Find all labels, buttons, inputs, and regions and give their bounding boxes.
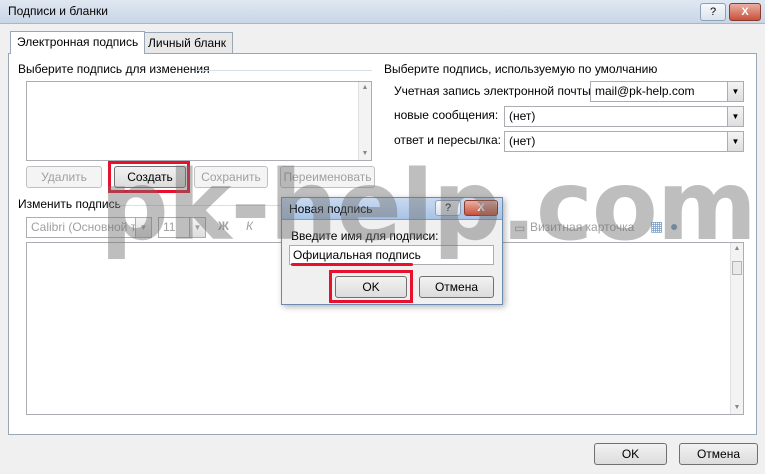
font-size-combo[interactable]: 11 ▼ [158, 217, 206, 238]
account-label: Учетная запись электронной почты: [394, 84, 595, 98]
signature-list[interactable]: ▲ ▼ [26, 81, 372, 161]
window-titlebar: Подписи и бланки ? X [0, 0, 765, 24]
highlight-ok [329, 270, 413, 303]
ok-button[interactable]: OK [594, 443, 667, 465]
dropdown-arrow-icon[interactable]: ▼ [727, 132, 743, 151]
new-messages-combo[interactable]: (нет) ▼ [504, 106, 744, 127]
scroll-thumb[interactable] [732, 261, 742, 275]
business-card-button[interactable]: Визитная карточка [530, 220, 634, 234]
highlight-create [108, 161, 190, 193]
insert-hyperlink-icon[interactable]: ● [670, 218, 678, 234]
scroll-down-icon[interactable]: ▼ [359, 148, 371, 160]
account-combo[interactable]: mail@pk-help.com ▼ [590, 81, 744, 102]
delete-button[interactable]: Удалить [26, 166, 102, 188]
dropdown-arrow-icon[interactable]: ▼ [135, 218, 151, 237]
close-button[interactable]: X [729, 3, 761, 21]
name-underline [291, 263, 413, 266]
dialog-title: Новая подпись [289, 202, 373, 216]
reply-forward-combo[interactable]: (нет) ▼ [504, 131, 744, 152]
reply-forward-label: ответ и пересылка: [394, 133, 501, 147]
scroll-up-icon[interactable]: ▲ [359, 82, 371, 94]
select-signature-label: Выберите подпись для изменения [18, 62, 210, 76]
tab-email-signature[interactable]: Электронная подпись [10, 31, 146, 54]
insert-picture-icon[interactable]: ▦ [650, 218, 663, 235]
dialog-titlebar: Новая подпись ? X [282, 198, 502, 220]
new-messages-label: новые сообщения: [394, 108, 499, 122]
dropdown-arrow-icon[interactable]: ▼ [189, 218, 205, 237]
new-messages-value: (нет) [509, 109, 536, 123]
divider [196, 70, 372, 71]
reply-forward-value: (нет) [509, 134, 536, 148]
dropdown-arrow-icon[interactable]: ▼ [727, 107, 743, 126]
edit-signature-label: Изменить подпись [18, 197, 121, 211]
account-value: mail@pk-help.com [595, 84, 695, 98]
editor-scrollbar[interactable]: ▲ ▼ [730, 243, 743, 414]
dialog-close-button[interactable]: X [464, 200, 498, 216]
list-scrollbar[interactable]: ▲ ▼ [358, 82, 371, 160]
rename-button[interactable]: Переименовать [280, 166, 375, 188]
tab-personal-stationery[interactable]: Личный бланк [141, 32, 234, 54]
italic-button[interactable]: К [246, 219, 253, 233]
default-signature-label: Выберите подпись, используемую по умолча… [384, 62, 658, 76]
dialog-cancel-button[interactable]: Отмена [419, 276, 494, 298]
dialog-prompt-label: Введите имя для подписи: [291, 229, 439, 243]
font-value: Calibri (Основной текст) [31, 220, 152, 234]
bold-button[interactable]: Ж [218, 219, 229, 233]
signature-name-input[interactable]: Официальная подпись [289, 245, 494, 265]
font-combo[interactable]: Calibri (Основной текст) ▼ [26, 217, 152, 238]
dialog-help-button[interactable]: ? [435, 200, 461, 216]
divider [116, 205, 281, 206]
scroll-up-icon[interactable]: ▲ [731, 243, 743, 255]
scroll-down-icon[interactable]: ▼ [731, 402, 743, 414]
window-title: Подписи и бланки [8, 4, 108, 18]
cancel-button[interactable]: Отмена [679, 443, 758, 465]
dropdown-arrow-icon[interactable]: ▼ [727, 82, 743, 101]
save-button[interactable]: Сохранить [194, 166, 268, 188]
help-button[interactable]: ? [700, 3, 726, 21]
business-card-icon[interactable]: ▭ [514, 221, 525, 235]
font-size-value: 11 [163, 220, 176, 234]
new-signature-dialog: Новая подпись ? X Введите имя для подпис… [281, 197, 503, 305]
